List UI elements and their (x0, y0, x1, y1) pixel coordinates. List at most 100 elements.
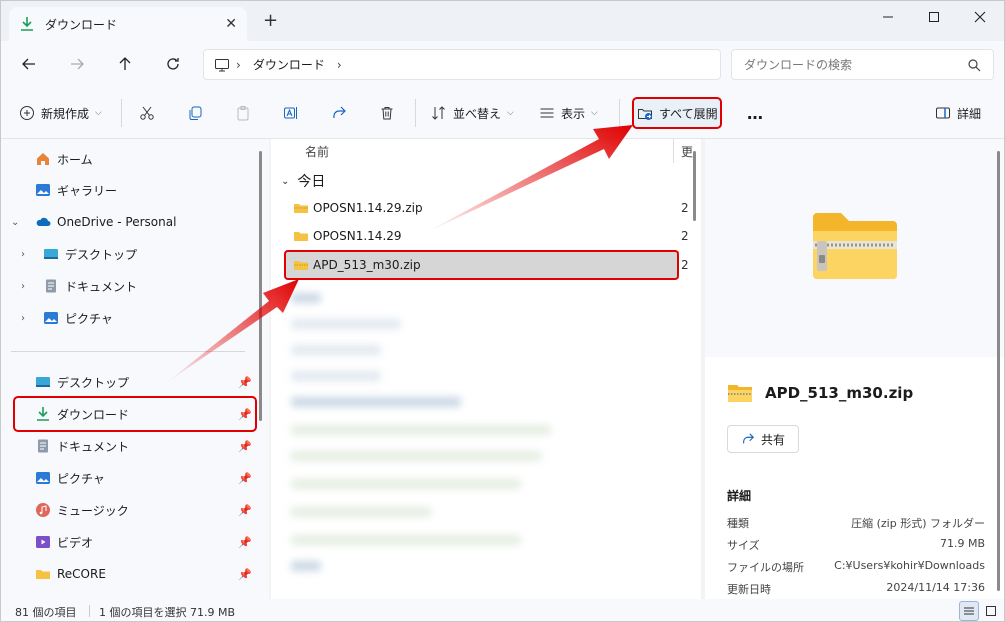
large-icons-view-button[interactable] (981, 601, 1001, 621)
breadcrumb-downloads[interactable]: ダウンロード (253, 56, 325, 73)
nav-od-documents[interactable]: › ドキュメント (21, 272, 137, 300)
group-header-today[interactable]: ⌄ 今日 (281, 171, 325, 191)
list-view-icon (964, 607, 974, 615)
view-button[interactable]: 表示 ⌵ (539, 101, 598, 125)
sort-button[interactable]: 並べ替え ⌵ (431, 101, 514, 125)
trash-icon (381, 107, 393, 120)
pin-icon[interactable]: 📌 (238, 472, 252, 485)
close-icon (974, 11, 986, 23)
tab-downloads[interactable]: ダウンロード ✕ (9, 7, 247, 41)
address-bar[interactable]: › ダウンロード › (203, 49, 721, 80)
chevron-right-icon[interactable]: › (337, 58, 342, 72)
property-row: ファイルの場所 C:¥Users¥kohir¥Downloads (727, 559, 985, 579)
share-button[interactable] (331, 101, 353, 125)
new-button[interactable]: 新規作成 ⌵ (19, 101, 102, 125)
arrow-right-icon (71, 58, 84, 70)
nav-pinned-music[interactable]: ミュージック (35, 496, 129, 524)
chevron-right-icon[interactable]: › (21, 249, 25, 260)
maximize-button[interactable] (911, 5, 957, 29)
nav-pinned-pictures[interactable]: ピクチャ (35, 464, 105, 492)
copy-button[interactable] (187, 101, 209, 125)
nav-onedrive[interactable]: ⌄ OneDrive - Personal (11, 208, 177, 236)
nav-onedrive-label: OneDrive - Personal (57, 215, 177, 229)
close-window-button[interactable] (957, 5, 1003, 29)
search-box[interactable] (731, 49, 994, 80)
chevron-right-icon[interactable]: › (236, 58, 241, 72)
new-tab-button[interactable]: + (263, 12, 278, 30)
file-row[interactable]: OPOSN1.14.29.zip 2 (285, 194, 689, 222)
chevron-down-icon: ⌵ (591, 108, 598, 118)
chevron-down-icon[interactable]: ⌄ (281, 176, 289, 187)
nav-pinned-videos[interactable]: ビデオ (35, 528, 93, 556)
nav-pinned-recore[interactable]: ReCORE (35, 560, 106, 588)
property-value: 71.9 MB (939, 537, 985, 550)
back-button[interactable] (15, 51, 43, 77)
share-icon (743, 433, 755, 444)
column-date[interactable]: 更 (681, 143, 693, 160)
details-pane-icon (936, 107, 950, 119)
gallery-icon (35, 182, 51, 198)
tiles-view-icon (986, 606, 996, 616)
nav-pinned-label: ビデオ (57, 535, 94, 550)
desktop-icon (43, 246, 59, 262)
plus-circle-icon (20, 106, 34, 120)
details-view-button[interactable] (959, 601, 979, 621)
chevron-down-icon[interactable]: ⌄ (11, 217, 19, 228)
command-bar: 新規作成 ⌵ 並べ替え ⌵ 表示 ⌵ … 詳細 (1, 87, 1004, 139)
nav-gallery[interactable]: ギャラリー (35, 176, 117, 204)
rename-button[interactable] (283, 101, 305, 125)
column-divider[interactable] (673, 139, 674, 163)
group-label: 今日 (297, 174, 326, 190)
minimize-button[interactable] (865, 5, 911, 29)
details-scrollbar[interactable] (997, 151, 1000, 591)
cut-button[interactable] (139, 101, 161, 125)
expand-all-button[interactable]: すべて展開 (637, 101, 718, 125)
new-label: 新規作成 (41, 106, 90, 121)
arrow-left-icon (22, 58, 35, 70)
file-name: OPOSN1.14.29 (313, 229, 402, 243)
item-count: 81 個の項目 (15, 606, 77, 619)
sort-icon (432, 106, 445, 120)
property-row: 更新日時 2024/11/14 17:36 (727, 581, 985, 601)
refresh-button[interactable] (159, 51, 187, 77)
pin-icon[interactable]: 📌 (238, 440, 252, 453)
nav-pinned-desktop[interactable]: デスクトップ (35, 368, 129, 396)
nav-od-desktop[interactable]: › デスクトップ (21, 240, 137, 268)
search-icon[interactable] (967, 58, 981, 72)
up-button[interactable] (111, 51, 139, 77)
zip-folder-icon (813, 213, 897, 279)
pin-icon[interactable]: 📌 (238, 504, 252, 517)
rename-icon (284, 107, 297, 119)
pin-icon[interactable]: 📌 (238, 376, 252, 389)
nav-pinned-label: ReCORE (57, 567, 106, 581)
delete-button[interactable] (379, 101, 401, 125)
divider (415, 99, 416, 127)
downloads-highlight (13, 396, 257, 432)
property-key: 更新日時 (727, 583, 771, 596)
search-input[interactable] (744, 57, 954, 72)
forward-button[interactable] (63, 51, 91, 77)
nav-od-pictures[interactable]: › ピクチャ (21, 304, 113, 332)
pin-icon[interactable]: 📌 (238, 568, 252, 581)
column-header: 名前 更 (271, 139, 693, 163)
nav-pinned-documents[interactable]: ドキュメント (35, 432, 129, 460)
chevron-right-icon[interactable]: › (21, 313, 25, 324)
nav-home[interactable]: ホーム (35, 145, 93, 173)
cloud-icon (35, 214, 51, 230)
details-pane-button[interactable]: 詳細 (935, 101, 981, 125)
chevron-right-icon[interactable]: › (21, 281, 25, 292)
close-tab-icon[interactable]: ✕ (225, 16, 237, 32)
minimize-icon (883, 16, 893, 18)
share-button[interactable]: 共有 (727, 425, 799, 453)
picture-icon (35, 470, 51, 486)
pin-icon[interactable]: 📌 (238, 536, 252, 549)
more-button[interactable]: … (747, 101, 764, 125)
selection-info: 1 個の項目を選択 71.9 MB (99, 606, 236, 619)
nav-scrollbar[interactable] (259, 151, 262, 421)
refresh-icon (167, 58, 179, 70)
column-name[interactable]: 名前 (305, 143, 329, 160)
paste-button[interactable] (235, 101, 257, 125)
folder-row[interactable]: OPOSN1.14.29 2 (285, 222, 689, 250)
zip-folder-icon (293, 200, 309, 216)
file-list-scrollbar[interactable] (693, 151, 696, 221)
